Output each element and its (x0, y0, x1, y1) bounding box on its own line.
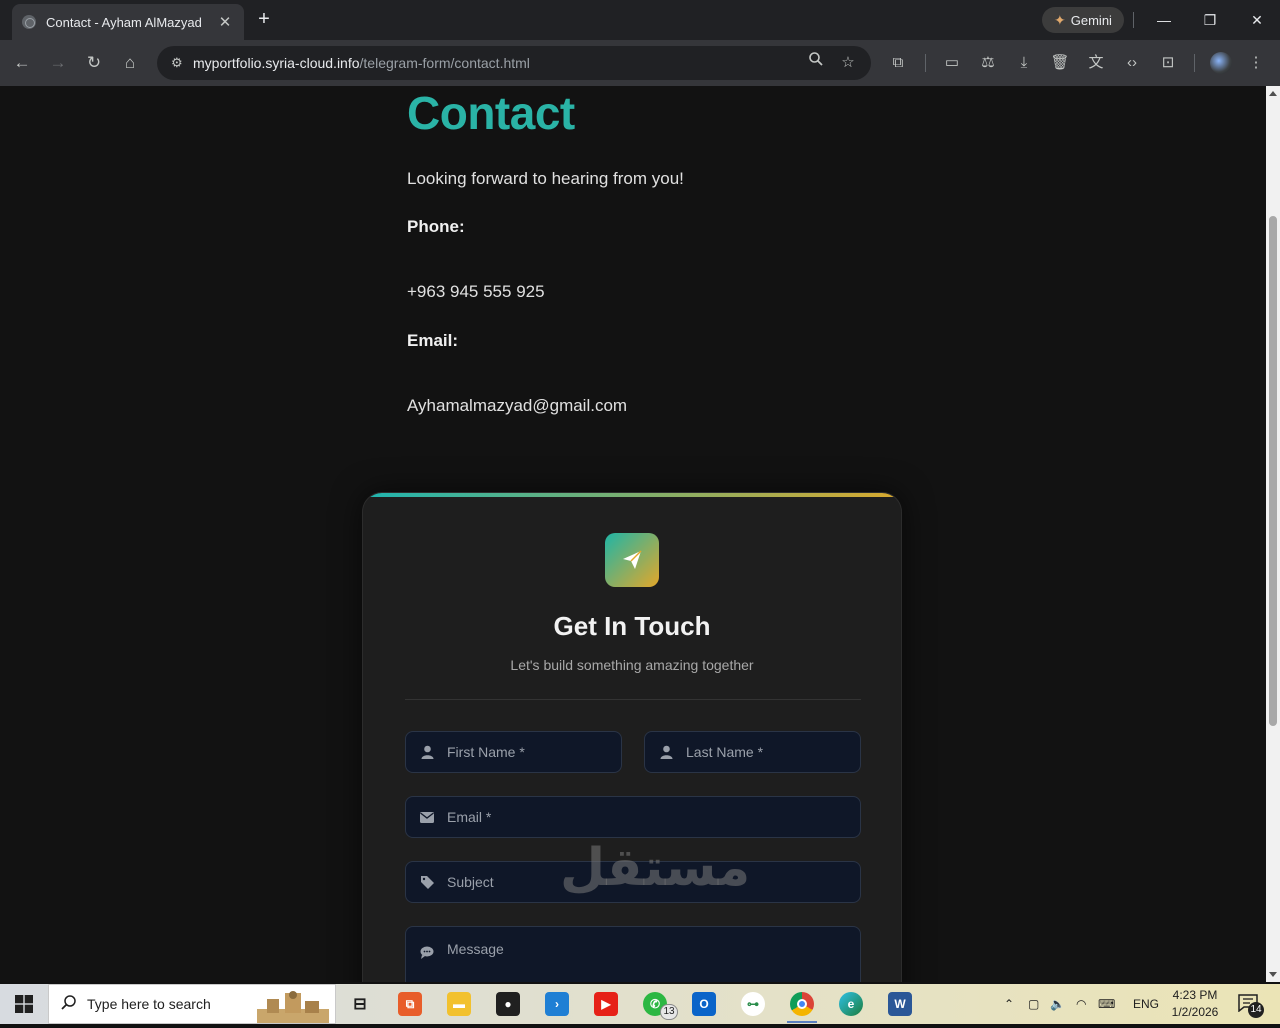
scroll-up-arrow-icon[interactable] (1269, 91, 1277, 96)
tab-title: Contact - Ayham AlMazyad (46, 14, 202, 30)
outlook-icon[interactable]: O (692, 992, 716, 1016)
scroll-down-arrow-icon[interactable] (1269, 972, 1277, 977)
gemini-label: Gemini (1070, 12, 1112, 28)
download-icon[interactable]: ⤓ (1012, 51, 1036, 75)
file-explorer-icon[interactable]: ▬ (447, 992, 471, 1016)
page-title: Contact (407, 87, 575, 139)
form-heading: Get In Touch (553, 611, 711, 641)
vscode-icon[interactable]: › (545, 992, 569, 1016)
user-icon (420, 745, 434, 759)
url-host: myportfolio.syria-cloud.info (193, 55, 360, 71)
notification-center-icon[interactable]: 14 (1238, 994, 1264, 1018)
divider (925, 54, 926, 72)
word-icon[interactable]: W (888, 992, 912, 1016)
clock-time: 4:23 PM (1172, 988, 1218, 1002)
wifi-icon[interactable]: ◠ (1076, 984, 1086, 1024)
payment-card-icon[interactable]: ▭ (940, 51, 964, 75)
email-value: Ayhamalmazyad@gmail.com (407, 396, 628, 415)
edge-icon[interactable]: e (839, 992, 863, 1016)
subject-placeholder: Subject (447, 874, 494, 890)
zoom-icon[interactable] (804, 51, 828, 75)
user-icon (659, 745, 673, 759)
divider (1194, 54, 1195, 72)
scrollbar-thumb[interactable] (1269, 216, 1277, 726)
notification-count: 14 (1248, 1002, 1264, 1018)
show-hidden-icons[interactable]: ⌃ (1004, 984, 1014, 1024)
email-label: Email: (407, 331, 459, 350)
translate-helper-icon[interactable]: ⚖ (976, 51, 1000, 75)
home-icon[interactable]: ⌂ (118, 51, 142, 75)
language-indicator[interactable]: ENG (1133, 984, 1159, 1024)
chrome-icon[interactable] (790, 992, 814, 1016)
app-icon-orange[interactable]: ⧉ (398, 992, 422, 1016)
search-icon (61, 994, 77, 1015)
page-lead: Looking forward to hearing from you! (407, 169, 684, 188)
task-view-icon[interactable]: ⊟ (348, 992, 372, 1016)
last-name-placeholder: Last Name * (686, 744, 764, 760)
browser-toolbar: ← → ↻ ⌂ ⚙ myportfolio.syria-cloud.info/t… (0, 40, 1280, 86)
browser-tabbar: Contact - Ayham AlMazyad ✕ + ✦ Gemini — … (0, 0, 1280, 40)
last-name-input[interactable]: Last Name * (644, 731, 861, 773)
forward-arrow-icon[interactable]: → (46, 51, 70, 75)
meet-now-icon[interactable]: ▢ (1028, 984, 1039, 1024)
email-placeholder: Email * (447, 809, 492, 825)
address-bar[interactable]: ⚙ myportfolio.syria-cloud.info/telegram-… (157, 46, 871, 80)
reload-icon[interactable]: ↻ (82, 51, 106, 75)
key-app-icon[interactable]: ⊶ (741, 992, 765, 1016)
first-name-input[interactable]: First Name * (405, 731, 622, 773)
url-path: /telegram-form/contact.html (359, 55, 530, 71)
back-arrow-icon[interactable]: ← (10, 51, 34, 75)
close-window-button[interactable]: ✕ (1245, 8, 1269, 32)
volume-icon[interactable]: 🔈 (1050, 984, 1065, 1024)
contact-form-card: Get In Touch Let's build something amazi… (362, 492, 902, 982)
phone-value: +963 945 555 925 (407, 282, 545, 301)
form-divider (405, 699, 861, 700)
close-tab-icon[interactable]: ✕ (216, 13, 234, 31)
system-clock[interactable]: 4:23 PM 1/2/2026 (1164, 987, 1226, 1021)
trash-icon[interactable]: 🗑 (1048, 51, 1072, 75)
keyboard-icon[interactable]: ⌨ (1098, 984, 1115, 1024)
clock-date: 1/2/2026 (1171, 1005, 1219, 1019)
code-icon[interactable]: ‹› (1120, 51, 1144, 75)
card-accent-bar (363, 493, 901, 497)
github-desktop-icon[interactable]: ● (496, 992, 520, 1016)
search-highlight-image (257, 989, 329, 1023)
active-app-indicator (787, 1021, 817, 1023)
message-placeholder: Message (447, 941, 504, 957)
new-tab-button[interactable]: + (253, 8, 275, 30)
translate-icon[interactable]: 文 (1084, 51, 1108, 75)
email-input[interactable]: Email * (405, 796, 861, 838)
windows-start-icon[interactable] (0, 984, 48, 1024)
taskbar-search-input[interactable]: Type here to search (48, 984, 336, 1024)
watermark-logo: مستقل (560, 838, 751, 898)
menu-kebab-icon[interactable]: ⋮ (1244, 51, 1268, 75)
message-textarea[interactable]: Message (405, 926, 861, 982)
bookmark-star-icon[interactable]: ☆ (836, 51, 860, 75)
globe-icon (22, 15, 36, 29)
profile-avatar[interactable] (1210, 52, 1232, 74)
comment-icon (420, 945, 434, 959)
minimize-button[interactable]: — (1152, 8, 1176, 32)
page-scrollbar[interactable] (1266, 86, 1280, 982)
site-info-icon[interactable]: ⚙ (171, 55, 191, 71)
tag-icon (420, 875, 434, 889)
restore-button[interactable]: ❐ (1198, 8, 1222, 32)
windows-taskbar: Type here to search ⊟ ⧉ ▬ ● › ▶ ✆ 13 O ⊶… (0, 984, 1280, 1024)
first-name-placeholder: First Name * (447, 744, 525, 760)
search-placeholder: Type here to search (87, 996, 211, 1012)
phone-label: Phone: (407, 217, 465, 236)
sparkle-icon: ✦ (1054, 11, 1066, 28)
extensions-icon[interactable]: ⧉ (886, 51, 910, 75)
youtube-icon[interactable]: ▶ (594, 992, 618, 1016)
form-subheading: Let's build something amazing together (510, 657, 754, 673)
whatsapp-badge: 13 (660, 1004, 678, 1020)
gemini-button[interactable]: ✦ Gemini (1042, 7, 1124, 33)
search-tab-icon[interactable]: ⊡ (1156, 51, 1180, 75)
divider (1133, 12, 1134, 28)
browser-tab[interactable]: Contact - Ayham AlMazyad ✕ (12, 4, 244, 40)
envelope-icon (420, 810, 434, 824)
paper-plane-icon (605, 533, 659, 587)
